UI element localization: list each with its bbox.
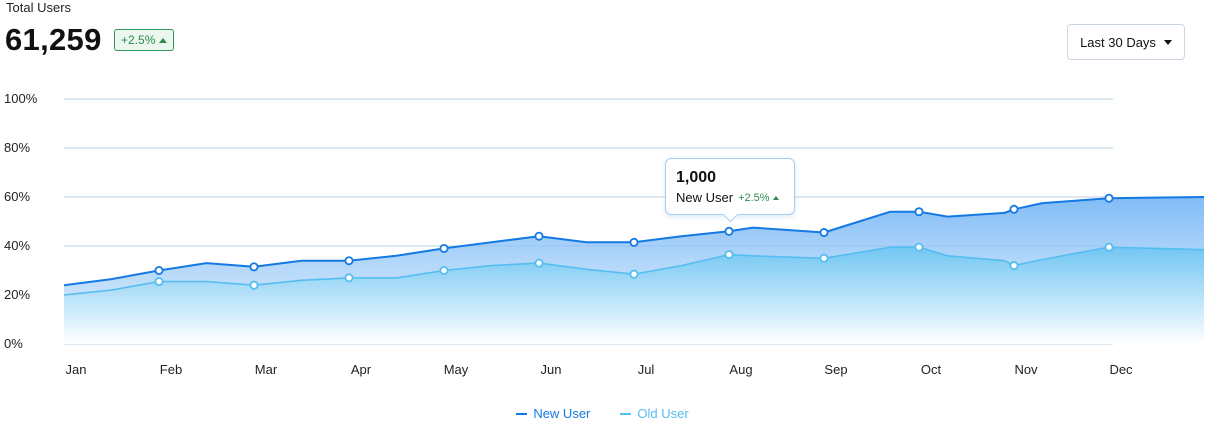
x-tick-label: Nov xyxy=(1014,362,1038,377)
data-point-new-user xyxy=(1104,193,1114,203)
data-point-old-user xyxy=(1104,242,1114,252)
data-point-new-user xyxy=(724,226,734,236)
data-point-old-user xyxy=(344,273,354,283)
trend-up-icon xyxy=(772,195,779,200)
legend-item-new-user[interactable]: New User xyxy=(516,406,590,421)
data-point-old-user xyxy=(534,258,544,268)
x-tick-label: Mar xyxy=(255,362,278,377)
data-point-new-user xyxy=(439,243,449,253)
tooltip-value: 1,000 xyxy=(676,169,717,186)
data-point-new-user xyxy=(914,207,924,217)
x-tick-label: Apr xyxy=(351,362,372,377)
tooltip-change: +2.5% xyxy=(738,192,779,204)
data-point-new-user xyxy=(819,228,829,238)
data-point-new-user xyxy=(1009,204,1019,214)
data-point-new-user xyxy=(534,231,544,241)
x-tick-label: Dec xyxy=(1109,362,1133,377)
legend-swatch-old-user xyxy=(620,412,632,415)
data-point-old-user xyxy=(819,253,829,263)
y-tick-label: 0% xyxy=(4,336,23,351)
tooltip-change-text: +2.5% xyxy=(738,191,770,204)
data-point-old-user xyxy=(629,269,639,279)
x-tick-label: Aug xyxy=(729,362,752,377)
x-tick-label: May xyxy=(444,362,469,377)
users-area-chart: 0% 20% 40% 60% 80% 100% Jan Feb Mar Apr May Jun Jul… xyxy=(4,91,1205,377)
data-tooltip: 1,000 New User +2.5% xyxy=(665,158,795,223)
legend-label-old-user: Old User xyxy=(637,406,689,421)
y-axis-ticks: 0% 20% 40% 60% 80% 100% xyxy=(4,91,38,351)
data-point-old-user xyxy=(724,250,734,260)
y-tick-label: 60% xyxy=(4,189,30,204)
data-point-new-user xyxy=(629,237,639,247)
legend-swatch-new-user xyxy=(516,412,528,415)
y-tick-label: 40% xyxy=(4,238,30,253)
legend-label-new-user: New User xyxy=(533,406,591,421)
data-point-new-user xyxy=(249,262,259,272)
data-point-new-user xyxy=(154,265,164,275)
chart-legend: New User Old User xyxy=(0,406,1205,421)
x-tick-label: Jun xyxy=(541,362,562,377)
y-tick-label: 80% xyxy=(4,140,30,155)
y-tick-label: 100% xyxy=(4,91,38,106)
y-tick-label: 20% xyxy=(4,287,30,302)
data-point-old-user xyxy=(154,277,164,287)
x-tick-label: Oct xyxy=(921,362,942,377)
data-point-old-user xyxy=(1009,261,1019,271)
x-axis-ticks: Jan Feb Mar Apr May Jun Jul Aug Sep Oct Nov Dec xyxy=(66,362,1134,377)
legend-item-old-user[interactable]: Old User xyxy=(620,406,689,421)
data-point-old-user xyxy=(249,280,259,290)
x-tick-label: Sep xyxy=(824,362,847,377)
data-point-new-user xyxy=(344,256,354,266)
x-tick-label: Feb xyxy=(160,362,182,377)
tooltip-row: New User +2.5% xyxy=(676,190,784,205)
data-point-old-user xyxy=(914,242,924,252)
x-tick-label: Jan xyxy=(66,362,87,377)
x-tick-label: Jul xyxy=(638,362,655,377)
tooltip-series: New User xyxy=(676,190,734,205)
data-point-old-user xyxy=(439,265,449,275)
